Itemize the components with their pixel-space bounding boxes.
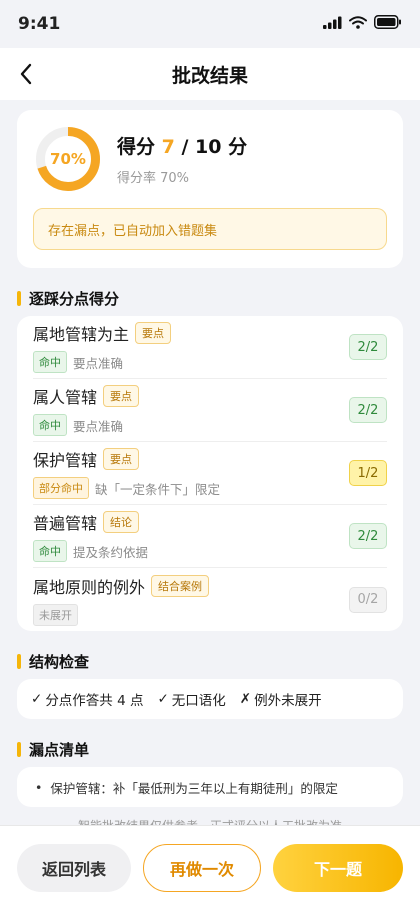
- scoring-point-comment: 缺「一定条件下」限定: [95, 481, 221, 497]
- scoring-point-comment: 要点准确: [73, 418, 124, 434]
- scoring-point-row: 普遍管辖 结论 命中 提及条约依据 2/2: [33, 505, 387, 568]
- scoring-point-row: 保护管辖 要点 部分命中 缺「一定条件下」限定 1/2: [33, 442, 387, 505]
- scoring-point-name: 属地原则的例外: [33, 577, 146, 597]
- back-to-list-button[interactable]: 返回列表: [17, 843, 131, 892]
- scoring-point-row: 属人管辖 要点 命中 要点准确 2/2: [33, 379, 387, 442]
- scoring-point-name: 普遍管辖: [33, 514, 98, 533]
- score-card: 70% 得分 7 / 10 分 得分率 70% 存在漏点，已自动加入错题集: [17, 110, 403, 268]
- scoring-point-row: 属地原则的例外 结合案例 未展开 0/2: [33, 568, 387, 631]
- scoring-point-detail: 部分命中 缺「一定条件下」限定: [33, 477, 220, 499]
- scoring-point-row: 属地管辖为主 要点 命中 要点准确 2/2: [33, 316, 387, 379]
- check-mark-icon: ✓: [31, 691, 43, 707]
- points-section-header: 逐踩分点得分: [17, 280, 403, 316]
- redo-button[interactable]: 再做一次: [143, 843, 261, 892]
- score-separator: /: [174, 136, 196, 158]
- bullet-icon: •: [35, 779, 43, 795]
- scoring-point-title: 保护管辖 要点: [33, 447, 220, 471]
- missing-card: • 保护管辖：补「最低刑为三年以上有期徒刑」的限定: [17, 767, 403, 807]
- point-score-badge: 1/2: [349, 460, 387, 486]
- wifi-icon: [349, 14, 367, 34]
- nav-bar: 批改结果: [0, 48, 420, 100]
- scoring-point-detail: 命中 要点准确: [33, 351, 171, 373]
- score-summary: 70% 得分 7 / 10 分 得分率 70%: [33, 126, 387, 192]
- scoring-point-detail: 命中 要点准确: [33, 414, 139, 436]
- score-ring: 70%: [35, 126, 101, 192]
- point-score-badge: 2/2: [349, 523, 387, 549]
- next-question-button[interactable]: 下一题: [273, 843, 403, 892]
- structure-section-title: 结构检查: [29, 652, 90, 671]
- battery-icon: [374, 14, 402, 34]
- points-list: 属地管辖为主 要点 命中 要点准确 2/2 属人管辖 要点 命中 要点准确 2/2 保护管辖 要点 部分…: [33, 316, 387, 631]
- scoring-point-comment: 要点准确: [73, 355, 124, 371]
- scoring-point-info: 属地管辖为主 要点 命中 要点准确: [33, 321, 172, 373]
- check-item: ✓ 分点作答共 4 点: [31, 689, 143, 709]
- chevron-left-icon[interactable]: [12, 60, 40, 88]
- score-earned: 7: [161, 136, 175, 158]
- structure-section-header: 结构检查: [17, 643, 403, 679]
- page-title: 批改结果: [171, 64, 248, 87]
- cross-mark-icon: ✗: [239, 691, 252, 707]
- section-marker: [17, 653, 21, 669]
- structure-check-card: ✓ 分点作答共 4 点 ✓ 无口语化 ✗ 例外未展开: [17, 679, 403, 719]
- scoring-point-name: 保护管辖: [33, 451, 98, 470]
- missing-notice: 存在漏点，已自动加入错题集: [33, 208, 387, 250]
- score-line: 得分 7 / 10 分: [117, 132, 247, 159]
- check-text: 例外未展开: [254, 693, 322, 709]
- score-info: 得分 7 / 10 分 得分率 70%: [117, 132, 247, 186]
- scoring-point-title: 属地原则的例外 结合案例: [33, 574, 210, 598]
- scoring-point-title: 属人管辖 要点: [33, 384, 140, 408]
- points-section-title: 逐踩分点得分: [29, 289, 120, 308]
- missing-section-title: 漏点清单: [29, 740, 90, 759]
- scoring-point-info: 保护管辖 要点 部分命中 缺「一定条件下」限定: [33, 447, 220, 499]
- check-item: ✓ 无口语化: [157, 689, 225, 709]
- hit-status-badge: 命中: [33, 540, 67, 562]
- scoring-point-comment: 提及条约依据: [73, 544, 149, 560]
- point-score-badge: 2/2: [349, 334, 387, 360]
- scoring-point-tag: 要点: [103, 448, 140, 470]
- check-item: ✗ 例外未展开: [240, 689, 322, 709]
- bottom-action-bar: 返回列表 再做一次 下一题: [0, 825, 420, 909]
- missing-section-header: 漏点清单: [17, 731, 403, 767]
- score-ring-label: 70%: [50, 150, 86, 168]
- point-score-badge: 2/2: [349, 397, 387, 423]
- scoring-point-tag: 要点: [103, 385, 140, 407]
- scoring-point-info: 属地原则的例外 结合案例 未展开: [33, 574, 210, 626]
- section-marker: [17, 290, 21, 306]
- score-rate: 得分率 70%: [117, 171, 190, 186]
- point-score-badge: 0/2: [349, 586, 387, 613]
- hit-status-badge: 命中: [33, 414, 67, 436]
- scoring-point-name: 属地管辖为主: [33, 325, 130, 344]
- hit-status-badge: 命中: [33, 351, 67, 373]
- score-prefix: 得分: [117, 136, 162, 158]
- scoring-point-detail: 命中 提及条约依据: [33, 540, 148, 562]
- scoring-point-title: 属地管辖为主 要点: [33, 321, 172, 345]
- check-text: 分点作答共 4 点: [45, 693, 144, 709]
- status-icons: [323, 14, 402, 34]
- scoring-point-name: 属人管辖: [33, 388, 98, 407]
- hit-status-badge: 部分命中: [33, 477, 89, 499]
- hit-status-badge: 未展开: [33, 603, 78, 626]
- status-bar: 9:41: [0, 0, 420, 48]
- scoring-point-tag: 结合案例: [151, 574, 210, 597]
- missing-item-text: 保护管辖：补「最低刑为三年以上有期徒刑」的限定: [50, 780, 338, 796]
- scoring-point-tag: 要点: [135, 322, 172, 344]
- check-text: 无口语化: [171, 693, 226, 709]
- scoring-point-info: 普遍管辖 结论 命中 提及条约依据: [33, 510, 148, 562]
- scoring-point-info: 属人管辖 要点 命中 要点准确: [33, 384, 140, 436]
- points-card: 属地管辖为主 要点 命中 要点准确 2/2 属人管辖 要点 命中 要点准确 2/2 保护管辖 要点 部分…: [17, 316, 403, 631]
- scoring-point-tag: 结论: [103, 511, 140, 533]
- check-mark-icon: ✓: [157, 691, 169, 707]
- section-marker: [17, 741, 21, 757]
- scoring-point-title: 普遍管辖 结论: [33, 510, 148, 534]
- score-total: 10 分: [195, 136, 248, 158]
- signal-icon: [323, 14, 342, 34]
- status-time: 9:41: [18, 14, 61, 34]
- scoring-point-detail: 未展开: [33, 603, 209, 626]
